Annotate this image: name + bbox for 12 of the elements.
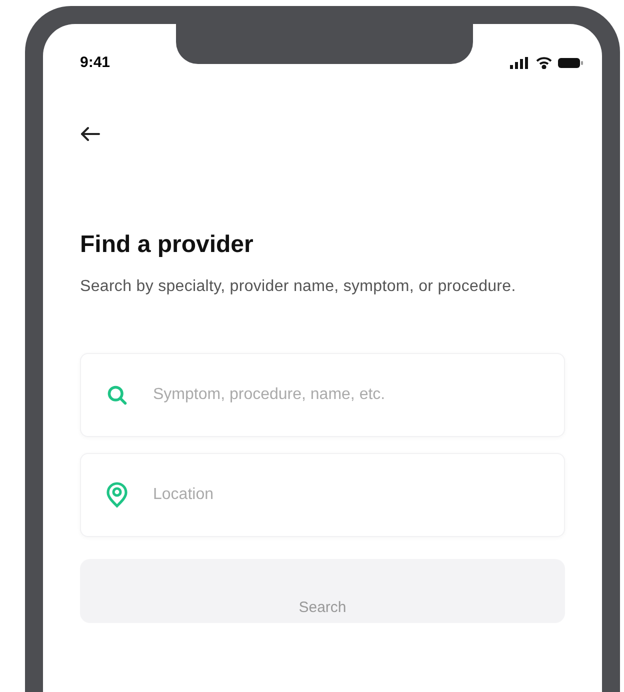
page-title: Find a provider <box>80 230 254 260</box>
back-arrow-icon <box>80 126 100 142</box>
back-button[interactable] <box>80 126 100 142</box>
search-field[interactable]: Symptom, procedure, name, etc. <box>80 353 565 437</box>
search-icon <box>106 384 128 406</box>
status-time: 9:41 <box>80 52 110 73</box>
location-field[interactable]: Location <box>80 453 565 537</box>
page-description: Search by specialty, provider name, symptom, or procedure. <box>80 277 517 297</box>
wifi-icon <box>536 57 552 69</box>
battery-icon <box>558 57 584 69</box>
signal-icon <box>510 57 530 69</box>
location-pin-icon <box>106 482 128 508</box>
